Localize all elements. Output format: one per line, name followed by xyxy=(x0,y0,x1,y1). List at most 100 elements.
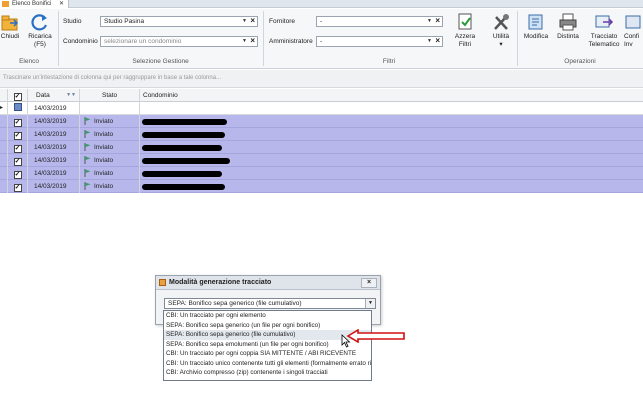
chevron-down-icon[interactable]: ▼ xyxy=(242,17,247,26)
distinta-label: Distinta xyxy=(557,33,579,40)
cell-condominio xyxy=(140,167,643,180)
cell-stato: Inviato xyxy=(80,128,140,141)
document-tab-bar: Elenco Bonifici ✕ xyxy=(0,0,643,8)
table-row[interactable]: ✓ 14/03/2019 Inviato xyxy=(0,154,643,167)
modifica-button[interactable]: Modifica xyxy=(521,13,551,41)
dropdown-option[interactable]: CBI: Un tracciato unico contenente tutti… xyxy=(164,359,371,369)
dropdown-option[interactable]: SEPA: Bonifico sepa generico (un file pe… xyxy=(164,321,371,331)
column-header-condominio[interactable]: Condominio xyxy=(140,89,643,102)
modalita-select[interactable]: SEPA: Bonifico sepa generico (file cumul… xyxy=(164,298,376,309)
table-row[interactable]: ✓ 14/03/2019 Inviato xyxy=(0,115,643,128)
folder-exit-icon xyxy=(0,13,20,31)
flag-icon xyxy=(84,130,91,138)
ribbon: Chiudi Ricarica (F5) Elenco Studio Studi… xyxy=(0,9,643,69)
folder-icon xyxy=(2,1,9,7)
stato-label: Inviato xyxy=(94,144,114,151)
clear-icon[interactable]: × xyxy=(250,36,255,45)
row-checkbox[interactable]: ✓ xyxy=(8,115,28,128)
dialog-close-button[interactable]: × xyxy=(361,278,377,288)
table-row[interactable]: ✓ 14/03/2019 Inviato xyxy=(0,128,643,141)
chiudi-label: Chiudi xyxy=(0,33,20,40)
amministratore-select[interactable]: - ▼ × xyxy=(316,36,443,47)
cell-condominio xyxy=(140,180,643,193)
fornitore-value: - xyxy=(320,18,323,25)
fornitore-select[interactable]: - ▼ × xyxy=(316,16,443,27)
group-operazioni-label: Operazioni xyxy=(564,58,596,65)
cell-condominio xyxy=(140,115,643,128)
column-header-data[interactable]: Data ▼▼ xyxy=(28,89,80,102)
flag-icon xyxy=(84,182,91,190)
chevron-down-icon[interactable]: ▼ xyxy=(427,37,432,46)
row-checkbox[interactable]: ✓ xyxy=(8,154,28,167)
stato-label: Inviato xyxy=(94,183,114,190)
column-header-stato[interactable]: Stato xyxy=(80,89,140,102)
select-all-checkbox[interactable]: ✓ xyxy=(8,89,28,102)
filter-checkbox[interactable] xyxy=(8,102,28,115)
redacted-text xyxy=(142,119,227,125)
cell-stato: Inviato xyxy=(80,115,140,128)
condominio-select[interactable]: selezionare un condominio ▼ × xyxy=(100,36,258,47)
azzera-filtri-button[interactable]: Azzera Filtri xyxy=(451,13,479,49)
dialog-titlebar: Modalità generazione tracciato × xyxy=(156,276,380,290)
row-indicator xyxy=(0,115,8,128)
sort-filter-icon[interactable]: ▼▼ xyxy=(66,89,76,102)
dropdown-option[interactable]: SEPA: Bonifico sepa generico (file cumul… xyxy=(164,330,371,340)
distinta-button[interactable]: Distinta xyxy=(553,13,583,41)
tab-label: Elenco Bonifici xyxy=(12,1,52,7)
tracciato-telematico-button[interactable]: Tracciato Telematico xyxy=(585,13,623,49)
group-filtri-label: Filtri xyxy=(382,58,396,65)
flag-icon xyxy=(84,169,91,177)
dropdown-option[interactable]: CBI: Archivio compresso (zip) contenente… xyxy=(164,368,371,378)
chevron-down-icon[interactable]: ▼ xyxy=(242,37,247,46)
cell-stato: Inviato xyxy=(80,180,140,193)
tab-elenco-bonifici[interactable]: Elenco Bonifici ✕ xyxy=(0,0,70,8)
clear-icon[interactable]: × xyxy=(435,16,440,25)
row-checkbox[interactable]: ✓ xyxy=(8,180,28,193)
tracciato-label-2: Telematico xyxy=(588,41,620,48)
amministratore-value: - xyxy=(320,38,323,45)
azzera-label-2: Filtri xyxy=(458,41,472,48)
group-by-panel[interactable]: Trascinare un'intestazione di colonna qu… xyxy=(0,70,643,88)
stato-label: Inviato xyxy=(94,157,114,164)
tracciato-label-1: Tracciato xyxy=(590,33,618,40)
chevron-down-icon[interactable]: ▼ xyxy=(427,17,432,26)
filter-data-input[interactable]: 14/03/2019 xyxy=(28,102,80,115)
row-checkbox[interactable]: ✓ xyxy=(8,141,28,154)
table-row[interactable]: ✓ 14/03/2019 Inviato xyxy=(0,141,643,154)
condominio-label: Condominio xyxy=(63,38,98,45)
row-checkbox[interactable]: ✓ xyxy=(8,128,28,141)
chevron-down-icon[interactable]: ▼ xyxy=(365,299,375,308)
dropdown-option[interactable]: CBI: Un tracciato per ogni elemento xyxy=(164,311,371,321)
dialog-title: Modalità generazione tracciato xyxy=(169,279,272,286)
stato-label: Inviato xyxy=(94,131,114,138)
conf-label-2: Inv xyxy=(624,41,633,48)
conf-label-1: Confi xyxy=(624,33,640,40)
row-indicator xyxy=(0,141,8,154)
row-indicator xyxy=(0,154,8,167)
filter-condominio-input[interactable] xyxy=(140,102,643,115)
row-checkbox[interactable]: ✓ xyxy=(8,167,28,180)
table-row[interactable]: ✓ 14/03/2019 Inviato xyxy=(0,167,643,180)
red-arrow-annotation xyxy=(346,329,405,343)
conferma-invio-button[interactable]: Confi Inv xyxy=(624,13,643,49)
refresh-icon xyxy=(30,13,50,31)
clear-icon[interactable]: × xyxy=(435,36,440,45)
dropdown-option[interactable]: CBI: Un tracciato per ogni coppia SIA MI… xyxy=(164,349,371,359)
cell-stato: Inviato xyxy=(80,167,140,180)
clear-icon[interactable]: × xyxy=(250,16,255,25)
dropdown-option[interactable]: SEPA: Bonifico sepa emolumenti (un file … xyxy=(164,340,371,350)
utilita-button[interactable]: Utilità ▾ xyxy=(487,13,515,49)
flag-icon xyxy=(84,143,91,151)
cell-stato: Inviato xyxy=(80,154,140,167)
filter-stato-input[interactable] xyxy=(80,102,140,115)
app-icon xyxy=(159,279,166,286)
ricarica-button[interactable]: Ricarica (F5) xyxy=(26,13,54,49)
tab-close-icon[interactable]: ✕ xyxy=(59,1,64,7)
chiudi-button[interactable]: Chiudi xyxy=(0,13,20,41)
grid-header-row: ✓ Data ▼▼ Stato Condominio xyxy=(0,89,643,102)
table-row[interactable]: ✓ 14/03/2019 Inviato xyxy=(0,180,643,193)
studio-value: Studio Pasina xyxy=(104,18,145,25)
studio-select[interactable]: Studio Pasina ▼ × xyxy=(100,16,258,27)
cell-data: 14/03/2019 xyxy=(28,128,80,141)
cell-data: 14/03/2019 xyxy=(28,180,80,193)
